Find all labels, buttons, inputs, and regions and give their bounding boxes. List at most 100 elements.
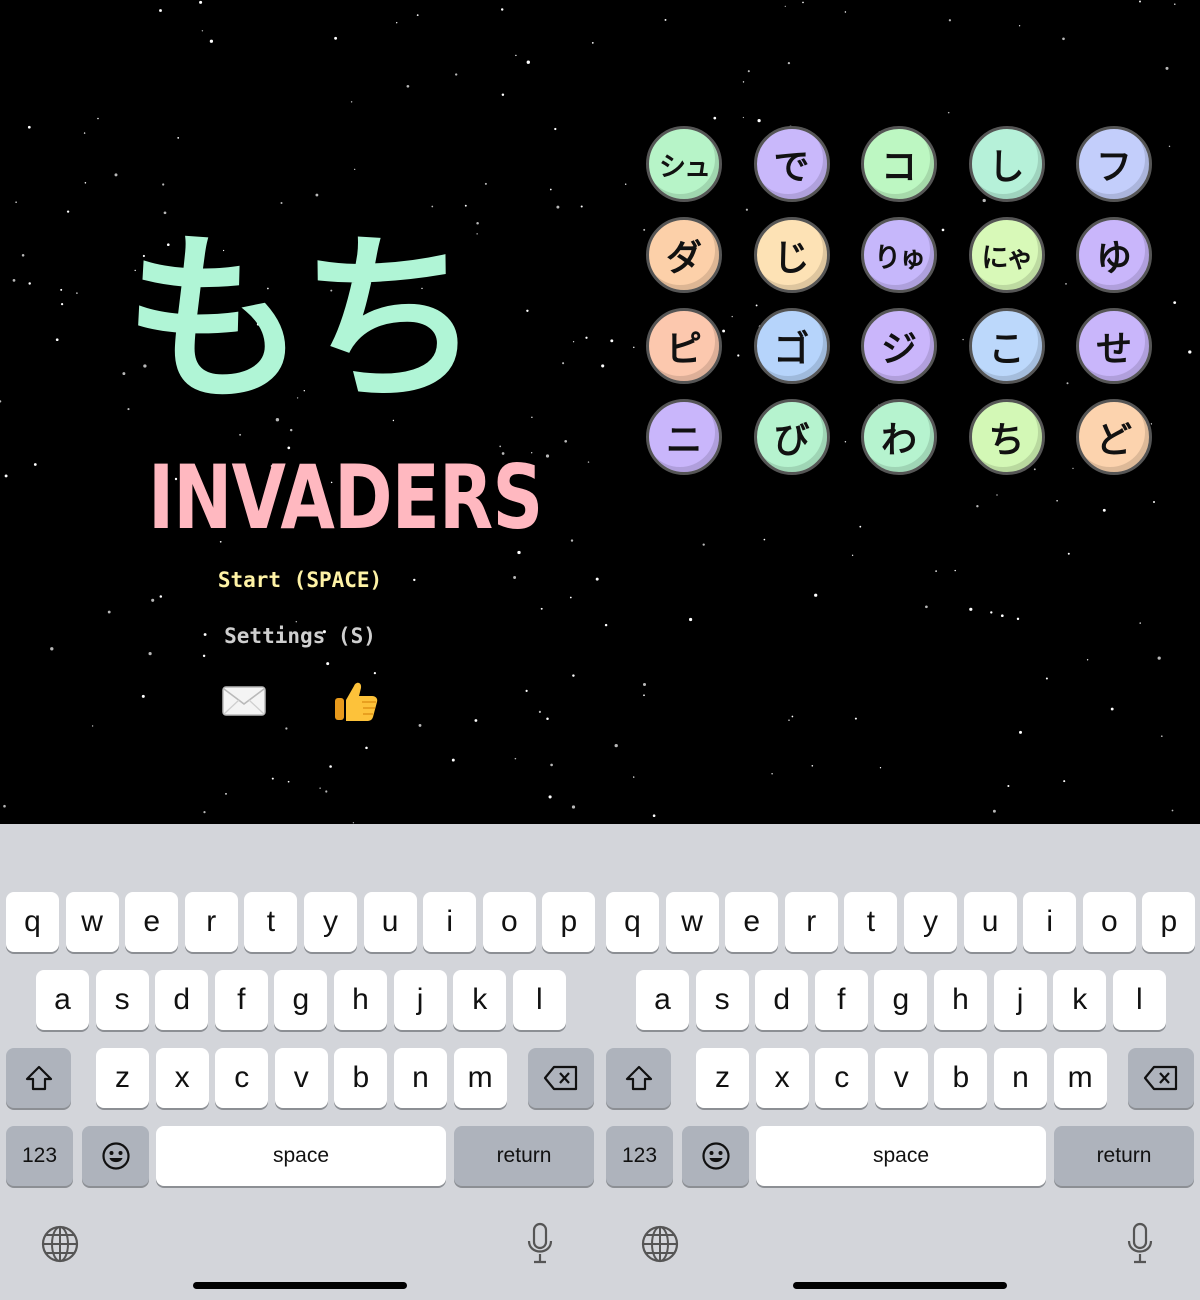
key-f[interactable]: f: [214, 970, 268, 1030]
key-k[interactable]: k: [453, 970, 507, 1030]
key-m[interactable]: m: [1053, 1048, 1107, 1108]
star: [976, 505, 979, 508]
return-key[interactable]: return: [454, 1126, 594, 1186]
key-s[interactable]: s: [695, 970, 749, 1030]
key-r[interactable]: r: [784, 892, 838, 952]
key-e[interactable]: e: [125, 892, 179, 952]
star: [1045, 677, 1048, 680]
home-indicator[interactable]: [193, 1282, 407, 1289]
shift-key[interactable]: [6, 1048, 71, 1108]
key-x[interactable]: x: [755, 1048, 809, 1108]
key-a[interactable]: a: [636, 970, 689, 1030]
key-u[interactable]: u: [963, 892, 1017, 952]
star: [1019, 730, 1022, 734]
globe-icon[interactable]: [640, 1224, 680, 1268]
emoji-key[interactable]: [82, 1126, 149, 1186]
star: [1110, 707, 1114, 711]
key-a[interactable]: a: [36, 970, 89, 1030]
star: [556, 205, 560, 209]
key-c[interactable]: c: [815, 1048, 869, 1108]
key-q[interactable]: q: [606, 892, 659, 952]
key-g[interactable]: g: [874, 970, 928, 1030]
key-w[interactable]: w: [65, 892, 119, 952]
star: [159, 9, 162, 12]
delete-key[interactable]: [528, 1048, 594, 1108]
key-n[interactable]: n: [994, 1048, 1047, 1108]
settings-menu-item[interactable]: Settings (S): [100, 624, 500, 648]
key-c[interactable]: c: [215, 1048, 269, 1108]
key-j[interactable]: j: [393, 970, 447, 1030]
star: [501, 93, 505, 96]
start-menu-item[interactable]: Start (SPACE): [100, 568, 500, 592]
key-o[interactable]: o: [482, 892, 536, 952]
key-i[interactable]: i: [1023, 892, 1077, 952]
game-screen[interactable]: もち INVADERS Start (SPACE) Settings (S) シ…: [0, 0, 1200, 824]
key-o[interactable]: o: [1082, 892, 1136, 952]
key-label: h: [352, 983, 369, 1016]
return-key[interactable]: return: [1054, 1126, 1194, 1186]
key-y[interactable]: y: [904, 892, 957, 952]
key-t[interactable]: t: [844, 892, 898, 952]
space-bar[interactable]: space: [156, 1126, 446, 1186]
key-z[interactable]: z: [96, 1048, 149, 1108]
invader-bubble: ジ: [861, 308, 937, 384]
key-g[interactable]: g: [274, 970, 328, 1030]
key-q[interactable]: q: [6, 892, 59, 952]
star: [91, 725, 94, 727]
invader-bubble: ど: [1076, 399, 1152, 475]
key-w[interactable]: w: [665, 892, 719, 952]
shift-arrow-icon: [624, 1064, 654, 1092]
key-h[interactable]: h: [334, 970, 387, 1030]
invader-bubble: ダ: [646, 217, 722, 293]
key-b[interactable]: b: [934, 1048, 988, 1108]
key-u[interactable]: u: [363, 892, 417, 952]
key-label: z: [115, 1061, 130, 1094]
globe-icon[interactable]: [40, 1224, 80, 1268]
star: [406, 84, 410, 88]
key-p[interactable]: p: [1142, 892, 1196, 952]
key-b[interactable]: b: [334, 1048, 388, 1108]
star: [633, 776, 635, 778]
delete-key[interactable]: [1128, 1048, 1194, 1108]
key-e[interactable]: e: [725, 892, 779, 952]
key-z[interactable]: z: [696, 1048, 749, 1108]
star: [545, 454, 550, 458]
shift-key[interactable]: [606, 1048, 671, 1108]
star: [546, 717, 549, 721]
key-label: p: [1160, 905, 1178, 938]
key-d[interactable]: d: [155, 970, 209, 1030]
microphone-icon[interactable]: [526, 1222, 554, 1268]
key-label: n: [1012, 1061, 1029, 1094]
star: [285, 727, 288, 730]
key-f[interactable]: f: [814, 970, 868, 1030]
key-r[interactable]: r: [184, 892, 238, 952]
key-k[interactable]: k: [1053, 970, 1107, 1030]
key-n[interactable]: n: [394, 1048, 447, 1108]
thumbs-up-icon[interactable]: [332, 678, 380, 724]
star: [97, 117, 99, 120]
emoji-key[interactable]: [682, 1126, 749, 1186]
key-m[interactable]: m: [453, 1048, 507, 1108]
key-h[interactable]: h: [934, 970, 987, 1030]
key-x[interactable]: x: [155, 1048, 209, 1108]
key-s[interactable]: s: [95, 970, 149, 1030]
key-y[interactable]: y: [304, 892, 357, 952]
key-i[interactable]: i: [423, 892, 477, 952]
numbers-key[interactable]: 123: [6, 1126, 73, 1186]
key-p[interactable]: p: [542, 892, 596, 952]
space-bar[interactable]: space: [756, 1126, 1046, 1186]
key-d[interactable]: d: [755, 970, 809, 1030]
star: [334, 36, 338, 40]
key-t[interactable]: t: [244, 892, 298, 952]
microphone-icon[interactable]: [1126, 1222, 1154, 1268]
home-indicator[interactable]: [793, 1282, 1007, 1289]
invader-bubble: コ: [861, 126, 937, 202]
key-v[interactable]: v: [274, 1048, 328, 1108]
key-j[interactable]: j: [993, 970, 1047, 1030]
star: [1160, 735, 1163, 738]
numbers-key[interactable]: 123: [606, 1126, 673, 1186]
key-l[interactable]: l: [1112, 970, 1166, 1030]
envelope-icon[interactable]: [222, 686, 266, 716]
key-l[interactable]: l: [512, 970, 566, 1030]
key-v[interactable]: v: [874, 1048, 928, 1108]
